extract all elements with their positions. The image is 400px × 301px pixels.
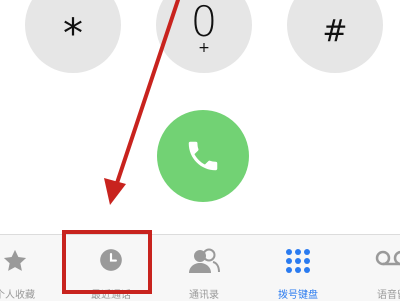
annotation-arrow <box>104 0 180 205</box>
